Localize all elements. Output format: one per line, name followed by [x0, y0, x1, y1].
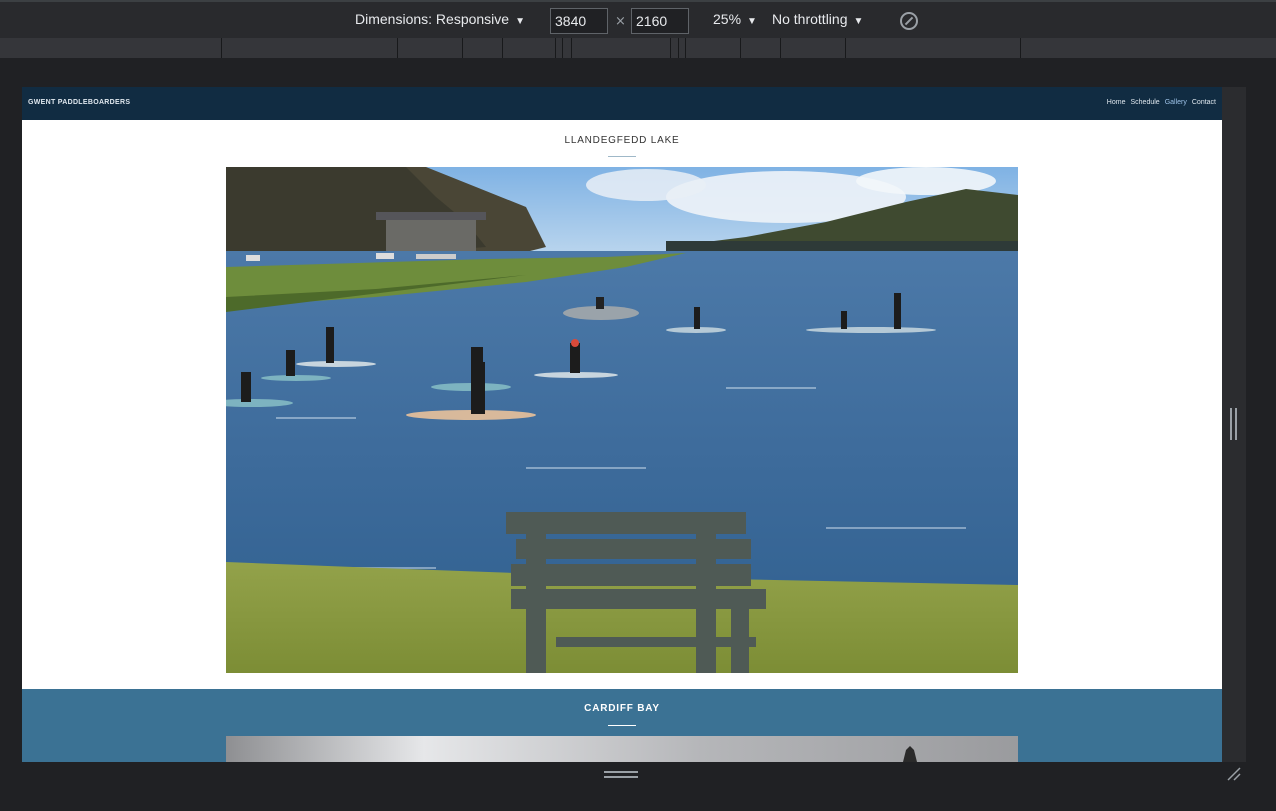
chevron-down-icon: ▼	[515, 16, 525, 27]
cardiff-bay-photo-image	[226, 736, 1018, 762]
title-divider	[608, 156, 636, 157]
media-query-marker[interactable]	[685, 38, 686, 58]
media-query-marker[interactable]	[845, 38, 846, 58]
media-query-marker[interactable]	[678, 38, 679, 58]
rotate-icon[interactable]	[900, 12, 918, 30]
nav-link-gallery[interactable]: Gallery	[1165, 99, 1187, 106]
media-query-marker[interactable]	[1020, 38, 1021, 58]
media-query-marker[interactable]	[555, 38, 556, 58]
nav-link-contact[interactable]: Contact	[1192, 99, 1216, 106]
devtools-device-toolbar: Dimensions: Responsive ▼ × 25% ▼ No thrott…	[0, 0, 1276, 38]
dimensions-dropdown[interactable]: Dimensions: Responsive ▼	[355, 11, 525, 27]
dimensions-label: Dimensions: Responsive	[355, 11, 510, 27]
height-input[interactable]	[631, 8, 689, 34]
zoom-dropdown[interactable]: 25% ▼	[713, 11, 757, 27]
site-brand[interactable]: GWENT PADDLEBOARDERS	[28, 99, 130, 106]
corner-resize-icon[interactable]	[1226, 766, 1242, 782]
times-separator: ×	[615, 14, 626, 29]
chevron-down-icon: ▼	[747, 16, 757, 27]
section-title-llandegfedd: LLANDEGFEDD LAKE	[564, 135, 680, 146]
media-query-marker[interactable]	[780, 38, 781, 58]
media-query-marker[interactable]	[462, 38, 463, 58]
media-query-marker[interactable]	[502, 38, 503, 58]
media-query-marker[interactable]	[562, 38, 563, 58]
right-resize-handle[interactable]	[1230, 408, 1237, 440]
nav-link-home[interactable]: Home	[1107, 99, 1126, 106]
media-query-marker[interactable]	[670, 38, 671, 58]
section-title-cardiff-bay: CARDIFF BAY	[584, 703, 660, 714]
media-query-marker[interactable]	[571, 38, 572, 58]
zoom-label: 25%	[713, 11, 742, 27]
cardiff-bay-section: CARDIFF BAY	[22, 689, 1222, 762]
media-query-marker[interactable]	[740, 38, 741, 58]
media-query-marker[interactable]	[221, 38, 222, 58]
lake-photo-image	[226, 167, 1018, 673]
title-divider	[608, 725, 636, 726]
emulated-viewport: GWENT PADDLEBOARDERS Home Schedule Galle…	[22, 87, 1222, 762]
media-query-marker[interactable]	[397, 38, 398, 58]
width-input[interactable]	[550, 8, 608, 34]
nav-links: Home Schedule Gallery Contact	[1107, 99, 1216, 106]
throttling-dropdown[interactable]: No throttling ▼	[772, 11, 863, 27]
bottom-resize-handle[interactable]	[604, 771, 638, 778]
site-navbar: GWENT PADDLEBOARDERS Home Schedule Galle…	[22, 87, 1222, 120]
lake-photo	[226, 167, 1018, 673]
throttling-label: No throttling	[772, 11, 848, 27]
nav-link-schedule[interactable]: Schedule	[1130, 99, 1159, 106]
chevron-down-icon: ▼	[853, 16, 864, 27]
cardiff-bay-photo	[226, 736, 1018, 762]
media-query-bar[interactable]	[0, 38, 1276, 59]
